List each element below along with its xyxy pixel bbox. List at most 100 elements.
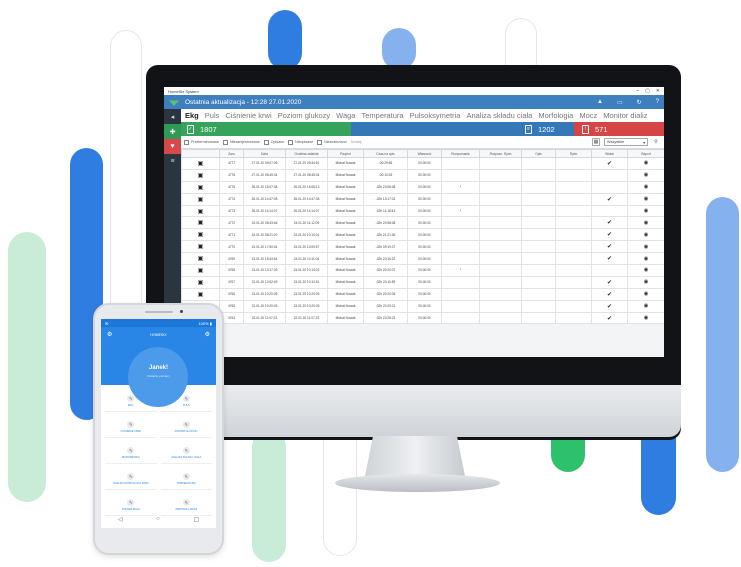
save-icon[interactable]: ▣	[181, 192, 220, 206]
col-header[interactable]: Pacjent	[327, 149, 364, 158]
save-icon[interactable]: ▣	[181, 264, 220, 277]
view-eye-icon[interactable]: ◉	[627, 287, 664, 301]
table-row[interactable]: ▣ 4776 27.01.20 08:45:34 27.01.20 08:45:34 M…	[181, 168, 664, 182]
view-eye-icon[interactable]: ◉	[627, 157, 664, 170]
phone-tile[interactable]: ✎ POMIAR WAGI	[105, 495, 157, 516]
col-header[interactable]: Widok	[591, 149, 628, 158]
view-eye-icon[interactable]: ◉	[627, 264, 664, 277]
checkbox[interactable]	[263, 139, 269, 145]
phone-menu-icon[interactable]: ⚙	[107, 331, 112, 338]
col-header[interactable]	[181, 149, 220, 158]
table-row[interactable]: ▣ 4769 23.01.20 15:43:54 24.01.20 10:11:04 M…	[181, 252, 664, 266]
minimize-button[interactable]: –	[636, 88, 639, 94]
table-row[interactable]: ▣ 4771 24.01.20 08:21:20 24.01.20 10:10:01 M…	[181, 228, 664, 242]
view-eye-icon[interactable]: ◉	[627, 168, 664, 182]
checkbox[interactable]	[288, 139, 294, 145]
tab-poziom-glukozy[interactable]: Poziom glukozy	[278, 111, 331, 120]
view-eye-icon[interactable]: ◉	[627, 299, 664, 313]
phone-settings-icon[interactable]: ⚙	[205, 331, 210, 338]
search-icon[interactable]: ⚲	[652, 138, 660, 146]
sidebar-item-list[interactable]: ≡	[164, 154, 181, 169]
checkbox[interactable]	[184, 139, 189, 145]
phone-tile[interactable]: ✎ POZIOM GLUKOZY	[160, 417, 212, 438]
save-icon[interactable]: ▣	[181, 216, 220, 230]
view-eye-icon[interactable]: ◉	[627, 252, 664, 266]
col-header[interactable]: Własność	[407, 149, 442, 158]
view-eye-icon[interactable]: ◉	[627, 275, 664, 289]
home-icon[interactable]: ○	[156, 516, 160, 523]
filter-nieopisane[interactable]: Nieopisane	[288, 139, 313, 145]
table-row[interactable]: ▣ 4772 24.01.20 08:43:46 24.01.20 11:12:09 M…	[181, 216, 664, 230]
phone-tile[interactable]: ✎ PULS	[160, 391, 212, 412]
filter-opisane[interactable]: Opisane	[263, 139, 284, 145]
view-eye-icon[interactable]: ◉	[627, 192, 664, 206]
stat-green[interactable]: ✓ 1807	[181, 122, 351, 136]
sidebar-item-dashboard[interactable]: ◂	[164, 109, 181, 124]
tab-mocz[interactable]: Mocz	[579, 111, 597, 120]
tab-ekg[interactable]: Ekg	[185, 111, 199, 120]
tab-puls[interactable]: Puls	[205, 111, 220, 120]
view-eye-icon[interactable]: ◉	[627, 204, 664, 218]
phone-tile[interactable]: ✎ ANALIZA SKŁADU CIAŁA	[160, 443, 212, 464]
col-header[interactable]: Zaru	[219, 149, 244, 158]
tab-monitor-dializ[interactable]: Monitor dializ	[603, 111, 647, 120]
table-row[interactable]: ▣ 4774 26.01.20 14:47:08 26.01.20 14:47:08 M…	[181, 192, 664, 206]
maximize-button[interactable]: ▢	[645, 88, 650, 94]
phone-tile[interactable]: ✎ ZDROWIE / MOCZ	[160, 495, 212, 516]
col-header[interactable]: Czas na opis	[363, 149, 408, 158]
phone-tile[interactable]: ✎ ANALIZA MORFOLOGII KRWI	[105, 469, 157, 490]
view-eye-icon[interactable]: ◉	[627, 240, 664, 254]
help-icon[interactable]: ?	[656, 99, 659, 106]
tab-cisnienie-krwi[interactable]: Ciśnienie krwi	[225, 111, 271, 120]
table-row[interactable]: ▣476523.01.20 10:20:0523.01.20 10:20:05M…	[181, 299, 664, 313]
tab-waga[interactable]: Waga	[336, 111, 355, 120]
save-icon[interactable]: ▣	[181, 275, 220, 289]
checkbox[interactable]	[317, 139, 323, 145]
col-header[interactable]: Opis	[521, 149, 556, 158]
view-eye-icon[interactable]: ◉	[627, 216, 664, 230]
table-row[interactable]: ▣476422.01.20 11:07:2322.01.20 11:07:23M…	[181, 311, 664, 325]
save-icon[interactable]: ▣	[181, 228, 220, 242]
col-header[interactable]: Rozpoznanie	[441, 149, 480, 158]
search-label[interactable]: Szukaj	[351, 140, 362, 144]
stat-blue[interactable]: ≡ 1202	[351, 122, 574, 136]
save-icon[interactable]: ▣	[181, 287, 220, 301]
table-row[interactable]: ▣ 4768 23.01.20 13:17:39 24.01.20 10:13:02 M…	[181, 264, 664, 277]
tab-pulsoksymetria[interactable]: Pulsoksymetria	[410, 111, 461, 120]
table-row[interactable]: ▣ 4770 23.01.20 17:50:04 24.01.20 10:09:57 M…	[181, 240, 664, 254]
stat-red[interactable]: ! 571	[574, 122, 664, 136]
notification-icon[interactable]: ▲	[597, 99, 603, 106]
tab-morfologia[interactable]: Morfologia	[538, 111, 573, 120]
save-icon[interactable]: ▣	[181, 168, 220, 182]
phone-tile[interactable]: ✎ SPIROMETRIA	[105, 443, 157, 464]
col-header[interactable]: Raport	[627, 149, 664, 158]
col-header[interactable]: Rozpozn. Rytm	[479, 149, 522, 158]
filter-nieznaleziono[interactable]: Nieznaleziono	[317, 139, 347, 145]
range-select[interactable]: Wszystkie ▾	[604, 138, 648, 146]
device-icon[interactable]: ▭	[617, 99, 623, 106]
table-row[interactable]: ▣ 4775 26.01.20 15:07:38 26.01.20 15:08:13 M…	[181, 180, 664, 194]
view-eye-icon[interactable]: ◉	[627, 180, 664, 194]
close-button[interactable]: ✕	[656, 88, 660, 94]
table-row[interactable]: ▣ 4777 27.01.20 09:07:06 27.01.20 09:44:51 M…	[181, 157, 664, 170]
refresh-icon[interactable]: ↻	[637, 99, 642, 106]
table-row[interactable]: ▣ 4767 23.01.20 10:52:49 24.01.20 10:13:51 M…	[181, 275, 664, 289]
table-row[interactable]: ▣ 4773 26.01.20 14:14:07 26.01.20 14:14:07 M…	[181, 204, 664, 218]
view-eye-icon[interactable]: ◉	[627, 228, 664, 242]
save-icon[interactable]: ▣	[181, 204, 220, 218]
save-icon[interactable]: ▣	[181, 157, 220, 170]
tab-temperatura[interactable]: Temperatura	[361, 111, 403, 120]
col-header[interactable]: Data	[243, 149, 286, 158]
sidebar-item-heart[interactable]: ♥	[164, 139, 181, 154]
col-header[interactable]: Rytm	[555, 149, 592, 158]
back-icon[interactable]: ◁	[118, 516, 123, 523]
table-row[interactable]: ▣ 4766 23.01.20 10:20:05 23.01.20 10:20:05 M…	[181, 287, 664, 301]
recents-icon[interactable]: ▢	[193, 516, 199, 523]
save-icon[interactable]: ▣	[181, 180, 220, 194]
view-eye-icon[interactable]: ◉	[627, 311, 664, 325]
save-icon[interactable]: ▣	[181, 252, 220, 266]
phone-tile[interactable]: ✎ TEMPERATURA	[160, 469, 212, 490]
col-header[interactable]: Godzina ostatnia	[285, 149, 328, 158]
checkbox[interactable]	[222, 139, 228, 145]
calendar-icon[interactable]: ▦	[592, 138, 600, 146]
